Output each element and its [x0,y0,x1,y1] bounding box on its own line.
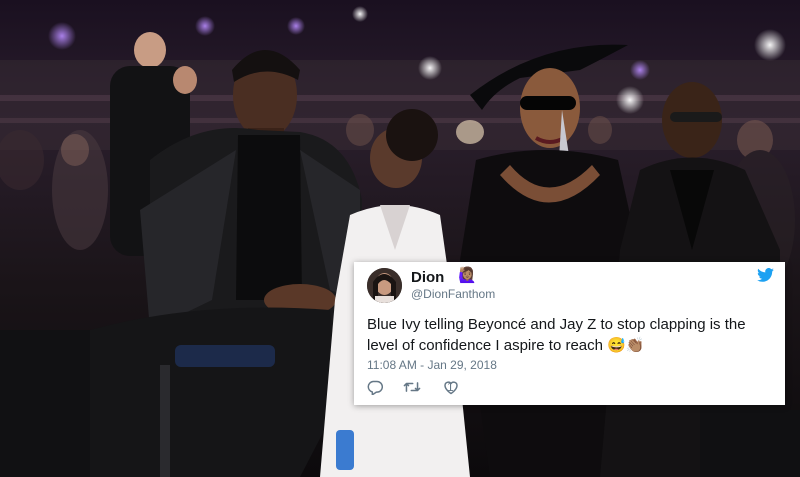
display-name[interactable]: Dion [411,269,444,286]
avatar[interactable] [367,268,402,303]
avatar-photo [367,268,402,303]
event-photo: Dion 🙋🏽‍♀️ @DionFanthom Blue Ivy telling… [0,0,800,477]
like-button[interactable]: 1 [443,380,458,395]
tweet-card[interactable]: Dion 🙋🏽‍♀️ @DionFanthom Blue Ivy telling… [354,262,785,405]
timestamp[interactable]: 11:08 AM - Jan 29, 2018 [367,358,497,372]
photo-background [0,0,800,477]
tweet-text: Blue Ivy telling Beyoncé and Jay Z to st… [367,316,746,354]
name-emoji: 🙋🏽‍♀️ [458,267,477,284]
handle[interactable]: @DionFanthom [411,287,495,301]
